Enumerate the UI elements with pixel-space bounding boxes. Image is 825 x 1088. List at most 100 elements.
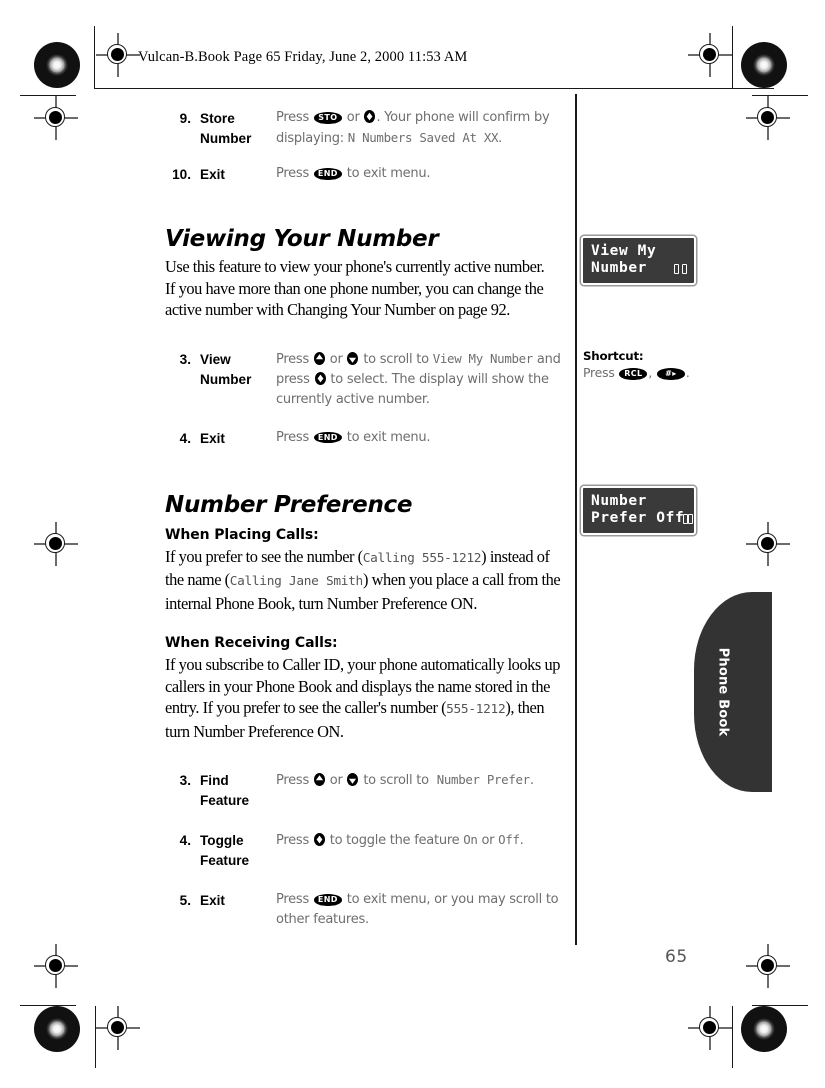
lcd-inline-text: 555-1212 bbox=[446, 702, 506, 717]
lcd-inline-text: Number Prefer bbox=[436, 772, 530, 787]
registration-mark-top-right bbox=[688, 33, 732, 77]
step-body: Press or to scroll to Number Prefer. bbox=[276, 770, 565, 791]
trim-line-bottom-vertical-left bbox=[95, 1006, 97, 1068]
file-info-line: Vulcan-B.Book Page 65 Friday, June 2, 20… bbox=[138, 49, 468, 65]
step-label-line1: Toggle bbox=[200, 833, 244, 848]
end-key-icon: END bbox=[313, 894, 342, 906]
registration-rosette-top-right bbox=[741, 42, 787, 88]
shortcut-text: , bbox=[648, 365, 656, 380]
lcd-inline-text: N Numbers Saved At XX bbox=[347, 130, 499, 145]
step-body-text: or bbox=[325, 773, 347, 788]
step-row-store-number: 9. Store Number Press STO or . Your phon… bbox=[165, 108, 565, 149]
paragraph-placing-calls: If you prefer to see the number (Calling… bbox=[165, 546, 565, 615]
step-number: 4. bbox=[179, 430, 191, 446]
step-body: Press END to exit menu, or you may scrol… bbox=[276, 890, 565, 930]
step-row-toggle-feature: 4. Toggle Feature Press to toggle the fe… bbox=[165, 830, 565, 871]
lcd-line-2: Number bbox=[591, 260, 687, 277]
lcd-line-1: View My bbox=[591, 243, 687, 260]
paragraph-text: If you prefer to see the number ( bbox=[165, 546, 363, 566]
step-row-exit: 5. Exit Press END to exit menu, or you m… bbox=[165, 890, 565, 930]
select-diamond-key-icon bbox=[314, 371, 326, 385]
paragraph-receiving-calls: If you subscribe to Caller ID, your phon… bbox=[165, 654, 568, 742]
header-horizontal-rule bbox=[94, 88, 774, 90]
sto-key-icon: STO bbox=[313, 112, 342, 124]
trim-line-top-vertical-right bbox=[732, 26, 734, 88]
lcd-text: Number bbox=[591, 260, 647, 276]
main-content-column: 9. Store Number Press STO or . Your phon… bbox=[165, 104, 565, 930]
step-number: 3. bbox=[179, 351, 191, 367]
registration-mark-left-middle bbox=[34, 522, 78, 566]
header-vertical-rule bbox=[94, 26, 96, 88]
step-body: Press or to scroll to View My Number and… bbox=[276, 349, 565, 410]
step-body-text: or bbox=[477, 833, 499, 848]
down-arrow-key-icon bbox=[347, 351, 359, 365]
lcd-display-number-prefer-off: Number Prefer Off bbox=[581, 486, 696, 535]
registration-mark-right-upper bbox=[746, 96, 790, 140]
rcl-key-icon: RCL bbox=[619, 368, 648, 380]
step-label: Find Feature bbox=[191, 770, 276, 811]
shortcut-text: . bbox=[685, 365, 690, 380]
column-divider-rule bbox=[575, 94, 577, 945]
step-body-text: Press bbox=[276, 773, 313, 788]
registration-mark-bottom-right bbox=[688, 1006, 732, 1050]
step-label-line1: Find bbox=[200, 773, 229, 788]
step-body-text: Press bbox=[276, 110, 313, 125]
registration-mark-left-upper bbox=[34, 96, 78, 140]
up-arrow-key-icon bbox=[313, 351, 325, 365]
step-label-line2: Feature bbox=[200, 793, 250, 808]
step-label-line2: Number bbox=[200, 131, 252, 146]
registration-mark-right-lower bbox=[746, 944, 790, 988]
lcd-line-1: Number bbox=[591, 493, 687, 510]
step-body-text: Press bbox=[276, 351, 313, 367]
step-body-text: to scroll to bbox=[359, 351, 433, 367]
section-heading-number-preference: Number Preference bbox=[165, 491, 413, 518]
step-body: Press STO or . Your phone will confirm b… bbox=[276, 108, 565, 149]
step-body-text: Press bbox=[276, 166, 313, 181]
step-row-exit: 4. Exit Press END to exit menu. bbox=[165, 428, 565, 449]
shortcut-note: Shortcut: Press RCL, #▸. bbox=[583, 348, 690, 381]
step-body-text: to exit menu. bbox=[342, 429, 431, 445]
down-arrow-key-icon bbox=[347, 773, 359, 786]
step-number: 9. bbox=[179, 111, 191, 126]
step-body-text: Press bbox=[276, 833, 313, 848]
lcd-line-2: Prefer Off bbox=[591, 510, 694, 527]
step-body-text: Press bbox=[276, 429, 313, 445]
step-body-text: to exit menu. bbox=[342, 166, 431, 181]
step-label: Exit bbox=[200, 893, 225, 908]
step-number: 5. bbox=[179, 893, 191, 908]
step-body-text: to toggle the feature bbox=[325, 833, 464, 848]
step-label: Toggle Feature bbox=[191, 830, 276, 871]
shortcut-body: Press RCL, #▸. bbox=[583, 364, 690, 381]
lcd-inline-text: Calling 555-1212 bbox=[362, 550, 482, 566]
select-diamond-key-icon bbox=[364, 110, 376, 123]
step-number: 3. bbox=[179, 773, 191, 788]
lcd-inline-text: View My Number bbox=[432, 350, 534, 366]
registration-mark-left-lower bbox=[34, 944, 78, 988]
trim-line-right-upper bbox=[752, 95, 808, 97]
step-body-text: . bbox=[498, 131, 503, 146]
shortcut-text: Press bbox=[583, 365, 619, 380]
lcd-inline-text: Calling Jane Smith bbox=[229, 574, 364, 589]
pound-key-icon: #▸ bbox=[656, 368, 685, 380]
page-number: 65 bbox=[665, 947, 688, 967]
lcd-text: Prefer Off bbox=[591, 510, 685, 526]
step-row-find-feature: 3. Find Feature Press or to scroll to Nu… bbox=[165, 770, 565, 811]
trim-line-left-lower bbox=[20, 1005, 76, 1007]
registration-mark-right-middle bbox=[746, 522, 790, 566]
up-arrow-key-icon bbox=[313, 773, 325, 786]
step-label: View Number bbox=[191, 349, 276, 390]
step-row-view-number: 3. View Number Press or to scroll to Vie… bbox=[165, 349, 565, 410]
registration-rosette-bottom-right bbox=[741, 1006, 787, 1052]
registration-mark-top-left bbox=[96, 33, 140, 77]
section-tab-phone-book: Phone Book bbox=[694, 592, 772, 792]
phone-book-icon bbox=[674, 263, 687, 274]
step-label: Exit bbox=[200, 430, 225, 446]
section-intro-paragraph: Use this feature to view your phone's cu… bbox=[165, 257, 545, 319]
step-label: Exit bbox=[200, 167, 225, 182]
step-body-text: to scroll to bbox=[359, 773, 433, 788]
section-tab-label: Phone Book bbox=[715, 647, 731, 737]
registration-rosette-top-left bbox=[34, 42, 80, 88]
lcd-inline-text: Off bbox=[498, 832, 520, 847]
lcd-text: View My bbox=[591, 243, 657, 259]
step-body-text: or bbox=[325, 351, 347, 367]
